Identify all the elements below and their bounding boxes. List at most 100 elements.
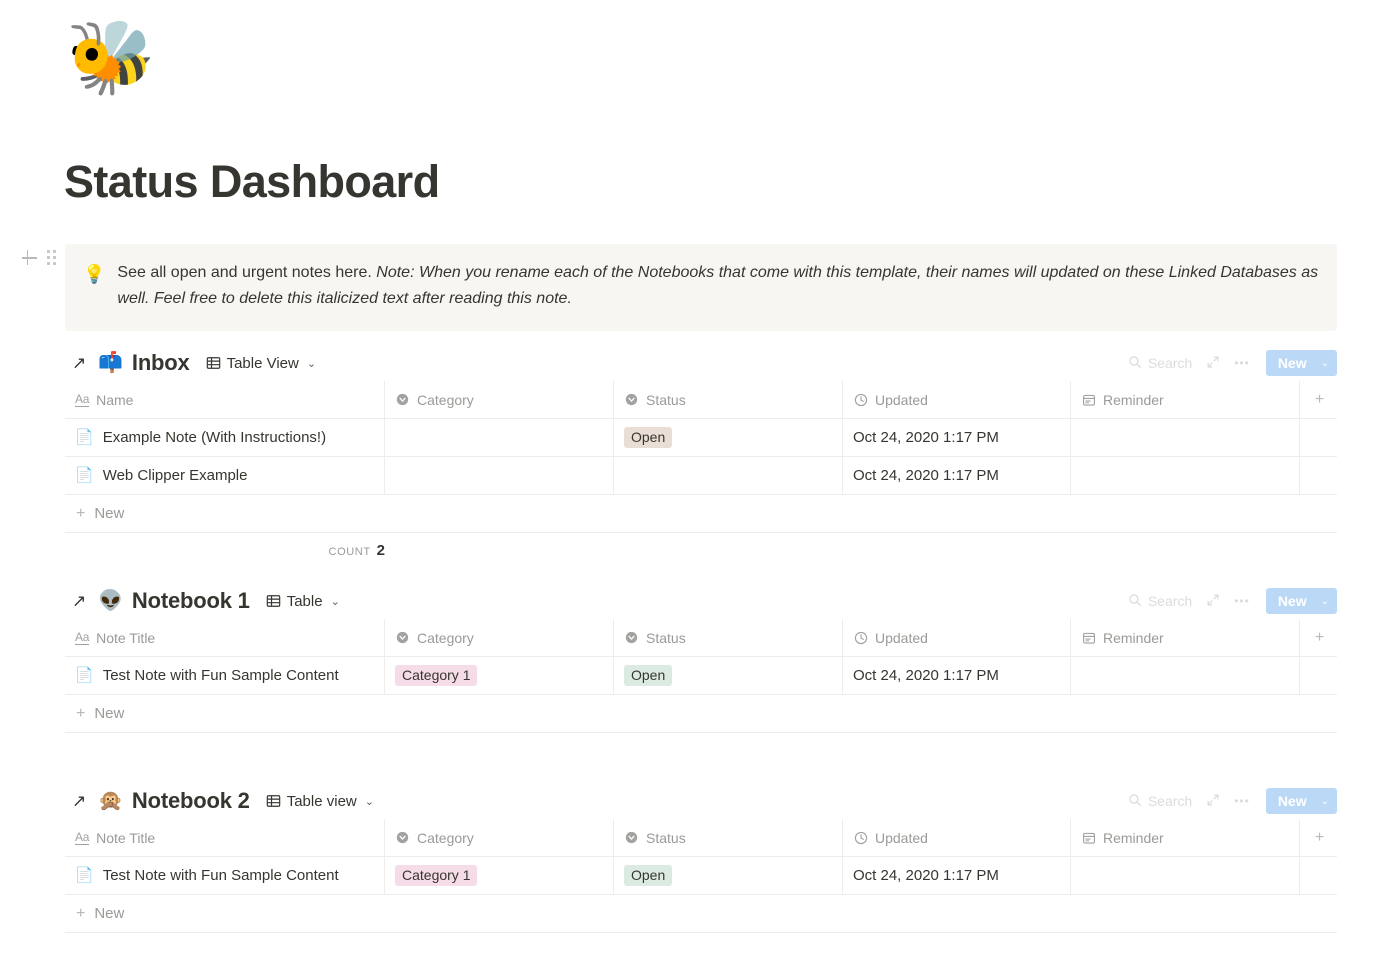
search-button[interactable]: Search [1128,355,1192,371]
column-header-name[interactable]: Aa Name [65,381,385,418]
view-selector[interactable]: Table view ⌄ [266,793,374,810]
table-row[interactable]: 📄 Example Note (With Instructions!) Open Oc… [65,419,1337,457]
column-header-reminder[interactable]: Reminder [1071,381,1300,418]
column-header-label: Updated [875,829,928,846]
table-row[interactable]: 📄 Test Note with Fun Sample Content Catego… [65,657,1337,695]
row-end-spacer [1300,657,1337,694]
column-header-updated[interactable]: Updated [843,819,1071,856]
search-button[interactable]: Search [1128,793,1192,809]
cell-status[interactable]: Open [614,657,843,694]
column-header-category[interactable]: Category [385,619,614,656]
notion-page: 🐝 Status Dashboard 💡 See all open and ur… [0,0,1400,977]
database-title[interactable]: Notebook 2 [132,788,250,814]
lightbulb-icon: 💡 [83,264,106,284]
callout[interactable]: 💡 See all open and urgent notes here. No… [65,244,1337,331]
updated-value: Oct 24, 2020 1:17 PM [853,429,999,446]
column-header-label: Reminder [1103,391,1164,408]
new-row-button[interactable]: + New [65,495,1337,533]
database-title[interactable]: Inbox [132,350,190,376]
database-toolbar: Search ••• New ⌄ [1128,350,1337,376]
cell-reminder[interactable] [1071,857,1300,894]
more-options-icon[interactable]: ••• [1234,357,1250,369]
open-database-icon[interactable]: ↗ [72,355,86,372]
view-selector[interactable]: Table ⌄ [266,593,340,610]
cell-updated[interactable]: Oct 24, 2020 1:17 PM [843,857,1071,894]
add-block-icon[interactable] [20,248,40,268]
plus-icon: + [76,904,86,922]
updated-value: Oct 24, 2020 1:17 PM [853,667,999,684]
database-header: ↗ 🙊 Notebook 2 Table view ⌄ Search ••• New ⌄ [0,783,1400,819]
cell-updated[interactable]: Oct 24, 2020 1:17 PM [843,419,1071,456]
open-database-icon[interactable]: ↗ [72,593,86,610]
cell-name[interactable]: 📄 Test Note with Fun Sample Content [65,657,385,694]
database-header: ↗ 📫 Inbox Table View ⌄ Search ••• New ⌄ [0,345,1400,381]
drag-handle-icon[interactable] [45,249,59,267]
view-label: Table view [286,792,357,810]
new-button[interactable]: New ⌄ [1265,350,1337,376]
cell-reminder[interactable] [1071,657,1300,694]
new-button[interactable]: New ⌄ [1265,788,1337,814]
column-header-category[interactable]: Category [385,819,614,856]
expand-icon[interactable] [1206,593,1220,609]
table-header-row: Aa Note Title Category Status Updated Reminde… [65,819,1337,857]
cell-category[interactable] [385,419,614,456]
new-button[interactable]: New ⌄ [1265,588,1337,614]
cell-status[interactable] [614,457,843,494]
select-icon [395,630,410,645]
count-label: Count [328,545,371,558]
column-header-status[interactable]: Status [614,819,843,856]
column-header-category[interactable]: Category [385,381,614,418]
new-row-label: New [94,505,125,522]
cell-status[interactable]: Open [614,857,843,894]
column-header-status[interactable]: Status [614,619,843,656]
chevron-down-icon[interactable]: ⌄ [1321,596,1329,607]
database-title[interactable]: Notebook 1 [132,588,250,614]
calendar-icon [1081,830,1096,845]
more-options-icon[interactable]: ••• [1234,795,1250,807]
chevron-down-icon[interactable]: ⌄ [1321,796,1329,807]
bee-emoji[interactable]: 🐝 [66,22,156,94]
select-icon [624,392,639,407]
cell-updated[interactable]: Oct 24, 2020 1:17 PM [843,657,1071,694]
count-summary[interactable]: Count 2 [75,542,395,559]
cell-reminder[interactable] [1071,457,1300,494]
cell-name[interactable]: 📄 Example Note (With Instructions!) [65,419,385,456]
column-header-updated[interactable]: Updated [843,619,1071,656]
column-header-updated[interactable]: Updated [843,381,1071,418]
view-selector[interactable]: Table View ⌄ [206,355,316,372]
chevron-down-icon: ⌄ [330,595,340,608]
add-column-button[interactable]: + [1300,381,1337,418]
monkey-emoji: 🙊 [98,790,123,812]
cell-category[interactable]: Category 1 [385,657,614,694]
more-options-icon[interactable]: ••• [1234,595,1250,607]
select-icon [395,392,410,407]
updated-value: Oct 24, 2020 1:17 PM [853,867,999,884]
open-database-icon[interactable]: ↗ [72,793,86,810]
status-tag: Open [624,864,673,887]
cell-category[interactable] [385,457,614,494]
cell-updated[interactable]: Oct 24, 2020 1:17 PM [843,457,1071,494]
column-header-status[interactable]: Status [614,381,843,418]
column-header-reminder[interactable]: Reminder [1071,619,1300,656]
count-value: 2 [376,541,385,559]
cell-category[interactable]: Category 1 [385,857,614,894]
expand-icon[interactable] [1206,793,1220,809]
new-row-button[interactable]: + New [65,695,1337,733]
table-row[interactable]: 📄 Test Note with Fun Sample Content Catego… [65,857,1337,895]
add-column-button[interactable]: + [1300,819,1337,856]
table-row[interactable]: 📄 Web Clipper Example Oct 24, 2020 1:17 PM [65,457,1337,495]
cell-reminder[interactable] [1071,419,1300,456]
cell-name[interactable]: 📄 Web Clipper Example [65,457,385,494]
chevron-down-icon[interactable]: ⌄ [1321,358,1329,369]
new-row-button[interactable]: + New [65,895,1337,933]
column-header-note-title[interactable]: Aa Note Title [65,819,385,856]
column-header-note-title[interactable]: Aa Note Title [65,619,385,656]
cell-name[interactable]: 📄 Test Note with Fun Sample Content [65,857,385,894]
cell-status[interactable]: Open [614,419,843,456]
clock-icon [853,392,868,407]
expand-icon[interactable] [1206,355,1220,371]
column-header-reminder[interactable]: Reminder [1071,819,1300,856]
search-button[interactable]: Search [1128,593,1192,609]
category-tag: Category 1 [395,664,478,687]
add-column-button[interactable]: + [1300,619,1337,656]
